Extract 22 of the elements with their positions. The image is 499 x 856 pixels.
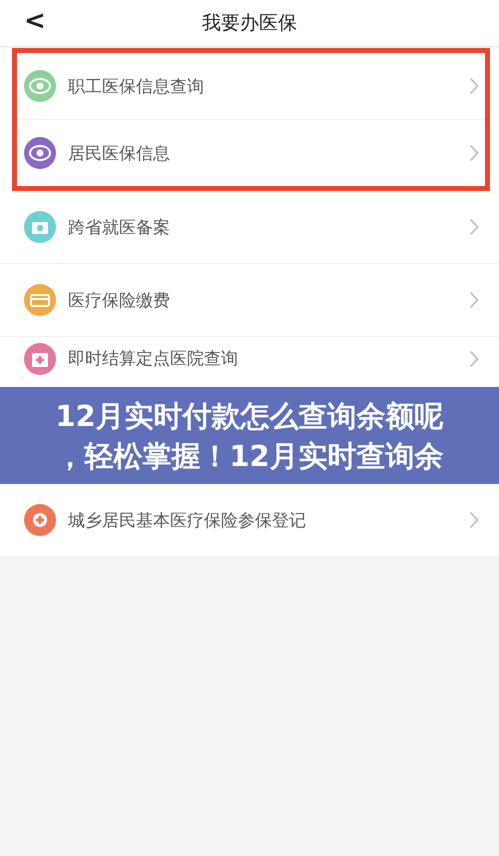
page-title: 我要办医保 <box>202 11 297 36</box>
headline-text: 12月实时付款怎么查询余额呢 <box>55 398 444 434</box>
menu-item[interactable]: 跨省就医备案 <box>0 191 499 264</box>
menu-label: 即时结算定点医院查询 <box>68 348 239 371</box>
chevron-right-icon <box>469 144 479 162</box>
menu-item[interactable]: 居民医保信息 <box>17 120 485 186</box>
menu-label: 跨省就医备案 <box>68 216 171 238</box>
menu-item[interactable]: 医疗保险缴费 <box>0 264 499 337</box>
chevron-right-icon <box>469 511 479 529</box>
chevron-right-icon <box>469 77 479 95</box>
chevron-right-icon <box>469 218 479 236</box>
menu-item[interactable]: 城乡居民基本医疗保险参保登记 <box>0 484 499 556</box>
chevron-right-icon <box>469 350 479 368</box>
headline-text: ，轻松掌握！12月实时查询余 <box>55 438 444 474</box>
menu-label: 职工医保信息查询 <box>68 76 205 98</box>
menu-item[interactable]: 即时结算定点医院查询 <box>0 337 499 387</box>
chevron-right-icon <box>469 291 479 309</box>
menu-label: 医疗保险缴费 <box>68 290 171 312</box>
menu-label: 居民医保信息 <box>68 142 171 164</box>
menu-label: 城乡居民基本医疗保险参保登记 <box>68 510 307 532</box>
menu-item[interactable]: 职工医保信息查询 <box>17 53 485 120</box>
back-button[interactable]: < <box>20 6 50 36</box>
